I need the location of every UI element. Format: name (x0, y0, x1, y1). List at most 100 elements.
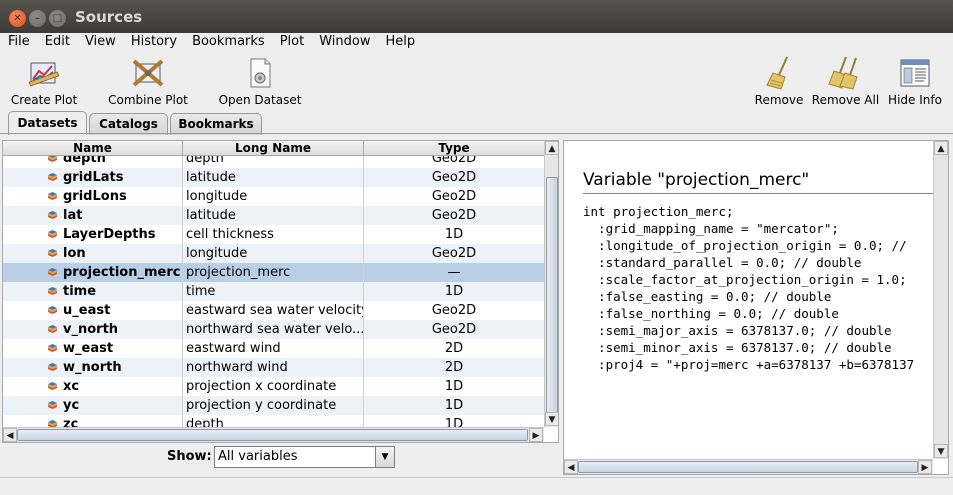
variable-name: v_north (63, 322, 119, 337)
info-line: :false_northing = 0.0; // double (583, 306, 839, 321)
table-row[interactable]: lat latitude Geo2D (3, 206, 544, 225)
cell-name: lon (3, 244, 183, 263)
table-row[interactable]: w_east eastward wind 2D (3, 339, 544, 358)
table-row[interactable]: projection_merc projection_merc — (3, 263, 544, 282)
variable-icon (48, 211, 57, 219)
table-row[interactable]: yc projection y coordinate 1D (3, 396, 544, 415)
table-horizontal-scrollbar[interactable]: ◀ ▶ (3, 427, 544, 442)
cell-long-name: projection x coordinate (183, 377, 364, 396)
hide-info-label: Hide Info (888, 93, 942, 107)
menu-view[interactable]: View (77, 33, 123, 51)
menu-history[interactable]: History (123, 33, 184, 51)
variable-icon (48, 344, 57, 352)
combine-plot-button[interactable]: Combine Plot (104, 55, 192, 107)
table-row[interactable]: time time 1D (3, 282, 544, 301)
remove-all-button[interactable]: Remove All (809, 55, 882, 107)
combine-plot-icon (130, 55, 166, 91)
column-header-type[interactable]: Type (364, 141, 544, 156)
table-vertical-scrollbar[interactable]: ▲ ▼ (544, 141, 558, 427)
info-line: :semi_minor_axis = 6378137.0; // double (583, 340, 892, 355)
cell-long-name: northward sea water velo... (183, 320, 364, 339)
info-line: :semi_major_axis = 6378137.0; // double (583, 323, 892, 338)
info-panel: Variable "projection_merc" int projectio… (563, 140, 949, 475)
cell-type: Geo2D (431, 322, 477, 337)
variable-icon (48, 230, 57, 238)
menu-window[interactable]: Window (311, 33, 377, 51)
chevron-down-icon[interactable]: ▼ (375, 447, 394, 467)
maximize-icon[interactable]: □ (49, 10, 66, 27)
cell-name: depth (3, 156, 183, 168)
menu-help[interactable]: Help (377, 33, 422, 51)
scroll-down-icon[interactable]: ▼ (545, 412, 558, 426)
scroll-right-icon[interactable]: ▶ (529, 428, 543, 442)
create-plot-button[interactable]: Create Plot (7, 55, 81, 107)
table-row[interactable]: u_east eastward sea water velocity Geo2D (3, 301, 544, 320)
table-row[interactable]: gridLats latitude Geo2D (3, 168, 544, 187)
cell-long-name: depth (183, 156, 364, 168)
cell-long-name: cell thickness (183, 225, 364, 244)
variable-icon (48, 382, 57, 390)
variable-name: projection_merc (63, 265, 181, 280)
variables-table: Name Long Name Type depth depth Geo2D gridL… (2, 140, 559, 443)
variable-icon (48, 192, 57, 200)
cell-type: Geo2D (431, 170, 477, 185)
close-icon[interactable]: ✕ (9, 10, 26, 27)
info-scroll-up-icon[interactable]: ▲ (934, 141, 948, 155)
cell-name: time (3, 282, 183, 301)
cell-name: gridLats (3, 168, 183, 187)
variable-icon (48, 401, 57, 409)
cell-long-name: longitude (183, 187, 364, 206)
hscroll-thumb[interactable] (17, 429, 528, 441)
cell-name: v_north (3, 320, 183, 339)
variable-name: depth (63, 156, 106, 166)
show-filter-select[interactable]: All variables ▼ (214, 446, 395, 468)
table-row[interactable]: w_north northward wind 2D (3, 358, 544, 377)
info-scroll-right-icon[interactable]: ▶ (918, 460, 932, 474)
combine-plot-label: Combine Plot (108, 93, 188, 107)
column-header-name[interactable]: Name (3, 141, 183, 156)
tab-divider (0, 133, 953, 134)
tab-catalogs[interactable]: Catalogs (89, 113, 168, 135)
title-bar[interactable]: ✕ – □ Sources (0, 0, 953, 33)
remove-button[interactable]: Remove (751, 55, 807, 107)
cell-type: Geo2D (431, 208, 477, 223)
brooms-icon (827, 55, 864, 91)
scroll-left-icon[interactable]: ◀ (3, 428, 17, 442)
variable-name: time (63, 284, 97, 299)
variable-icon (48, 363, 57, 371)
show-filter-value: All variables (218, 449, 298, 464)
cell-name: w_east (3, 339, 183, 358)
info-panel-icon (897, 55, 933, 91)
tab-datasets[interactable]: Datasets (8, 111, 87, 135)
table-row[interactable]: lon longitude Geo2D (3, 244, 544, 263)
menu-bookmarks[interactable]: Bookmarks (184, 33, 272, 51)
menu-plot[interactable]: Plot (272, 33, 312, 51)
cell-type: 1D (444, 379, 464, 394)
open-dataset-button[interactable]: Open Dataset (214, 55, 306, 107)
scroll-thumb[interactable] (546, 177, 558, 413)
info-vertical-scrollbar[interactable]: ▲ ▼ (933, 141, 948, 459)
variable-name: gridLats (63, 170, 124, 185)
info-hscroll-thumb[interactable] (578, 461, 918, 473)
column-header-long-name[interactable]: Long Name (183, 141, 364, 156)
hide-info-button[interactable]: Hide Info (884, 55, 946, 107)
tab-bookmarks[interactable]: Bookmarks (170, 113, 262, 135)
variable-icon (48, 325, 57, 333)
toolbar: Create Plot Combine Plot Open Dataset Re… (0, 51, 953, 111)
menu-edit[interactable]: Edit (37, 33, 77, 51)
menu-file[interactable]: File (0, 33, 37, 51)
table-row[interactable]: v_north northward sea water velo... Geo2D (3, 320, 544, 339)
scroll-up-icon[interactable]: ▲ (545, 141, 558, 155)
table-row[interactable]: xc projection x coordinate 1D (3, 377, 544, 396)
minimize-icon[interactable]: – (29, 10, 46, 27)
info-scroll-down-icon[interactable]: ▼ (934, 444, 948, 458)
info-horizontal-scrollbar[interactable]: ◀ ▶ (564, 459, 933, 474)
table-row[interactable]: depth depth Geo2D (3, 156, 544, 168)
table-row[interactable]: LayerDepths cell thickness 1D (3, 225, 544, 244)
variable-icon (48, 249, 57, 257)
info-scroll-left-icon[interactable]: ◀ (564, 460, 578, 474)
table-row[interactable]: gridLons longitude Geo2D (3, 187, 544, 206)
broom-icon (761, 55, 797, 91)
cell-type: 1D (444, 227, 464, 242)
create-plot-label: Create Plot (10, 93, 78, 107)
